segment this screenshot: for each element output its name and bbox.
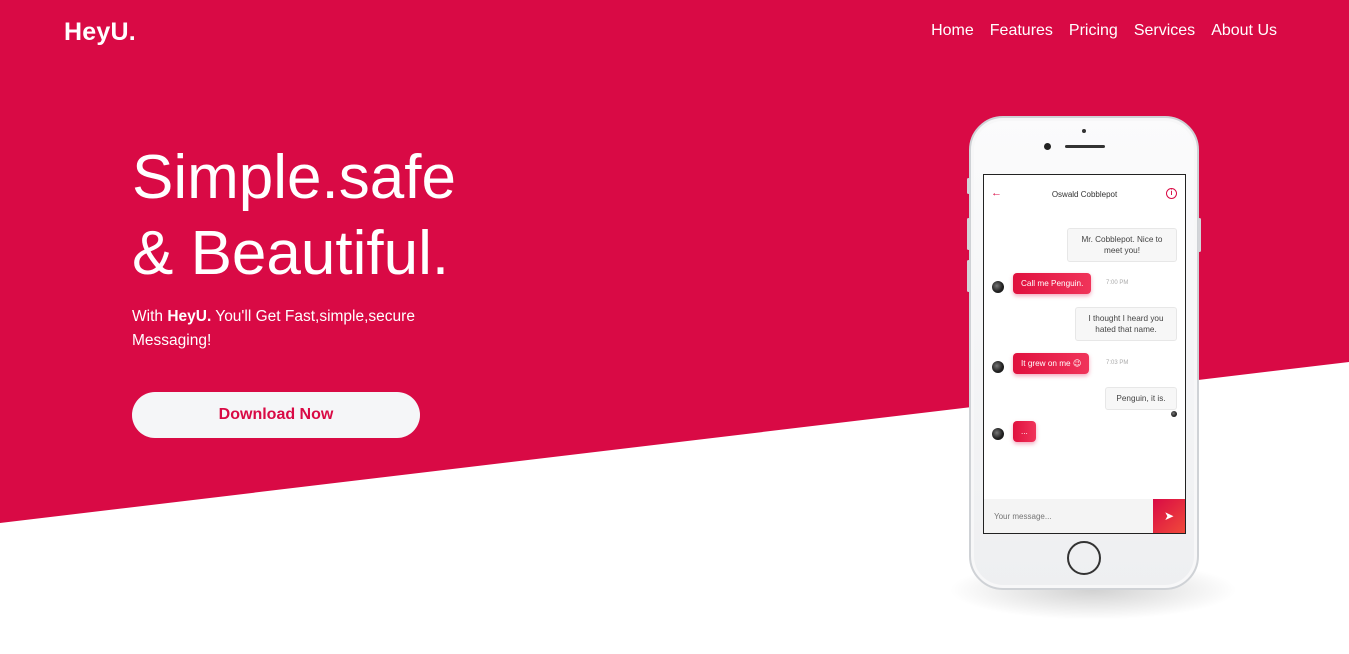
contact-avatar (992, 281, 1004, 293)
phone-home-button (1067, 541, 1101, 575)
send-icon: ➤ (1163, 509, 1175, 523)
headline-line-1: Simple.safe (132, 143, 456, 212)
nav-item-about-us[interactable]: About Us (1211, 22, 1277, 40)
phone-camera (1044, 143, 1051, 150)
back-arrow-icon[interactable]: ← (991, 187, 1002, 199)
phone-mute-switch (967, 178, 970, 194)
seen-avatar (1171, 411, 1177, 417)
typing-indicator: ... (1013, 421, 1036, 442)
chat-message-incoming: Mr. Cobblepot. Nice to meet you! (1067, 228, 1177, 262)
headline-line-2: & Beautiful. (132, 219, 450, 288)
main-nav: Home Features Pricing Services About Us (931, 22, 1277, 40)
phone-screen: ← Oswald Cobblepot i Mr. Cobblepot. Nice… (983, 174, 1186, 534)
message-time: 7:00 PM (1106, 280, 1129, 286)
subtitle-brand: HeyU. (167, 308, 212, 325)
chat-message-incoming: I thought I heard you hated that name. (1075, 307, 1177, 341)
chat-message-outgoing: It grew on me 😉 (1013, 353, 1090, 374)
message-time: 7:03 PM (1106, 360, 1129, 366)
hero-subtitle: With HeyU. You'll Get Fast,simple,secure… (132, 305, 452, 353)
phone-volume-up (967, 218, 970, 250)
contact-avatar (992, 361, 1004, 373)
message-input[interactable] (984, 499, 1154, 533)
chat-header: ← Oswald Cobblepot i (984, 175, 1185, 213)
chat-contact-name: Oswald Cobblepot (1051, 189, 1118, 199)
send-button[interactable]: ➤ (1153, 499, 1185, 533)
phone-mockup: ← Oswald Cobblepot i Mr. Cobblepot. Nice… (967, 116, 1201, 590)
phone-sensor (1082, 129, 1086, 133)
subtitle-prefix: With (132, 308, 168, 325)
chat-message-outgoing: Call me Penguin. (1013, 273, 1092, 294)
phone-volume-down (967, 260, 970, 292)
brand-logo[interactable]: HeyU. (64, 18, 136, 47)
phone-speaker (1065, 145, 1105, 148)
message-composer: ➤ (984, 499, 1185, 533)
chat-message-incoming: Penguin, it is. (1105, 387, 1177, 410)
hero-headline: Simple.safe & Beautiful. (132, 140, 456, 292)
nav-item-services[interactable]: Services (1134, 22, 1195, 40)
nav-item-home[interactable]: Home (931, 22, 974, 40)
info-icon[interactable]: i (1166, 188, 1177, 199)
download-now-button[interactable]: Download Now (132, 392, 420, 438)
phone-power-button (1198, 218, 1201, 252)
contact-avatar (992, 428, 1004, 440)
nav-item-features[interactable]: Features (990, 22, 1053, 40)
nav-item-pricing[interactable]: Pricing (1069, 22, 1118, 40)
